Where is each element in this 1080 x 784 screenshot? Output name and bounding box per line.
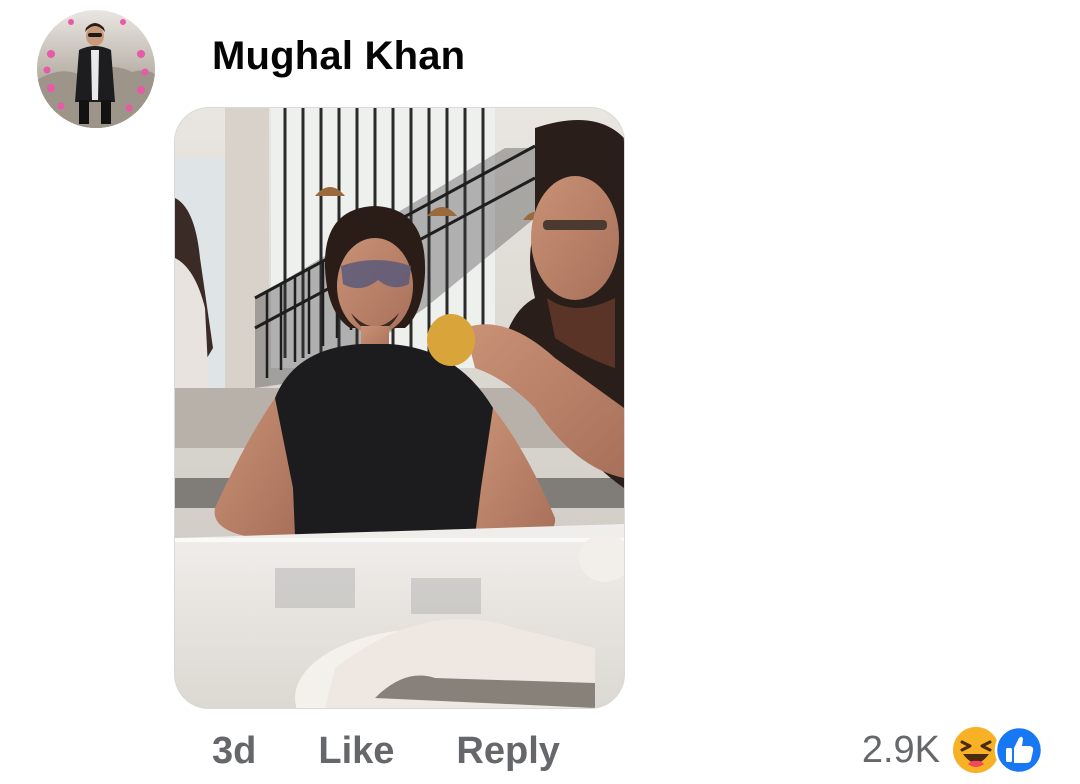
reply-button[interactable]: Reply [456,727,559,775]
photo-image [175,108,624,708]
reaction-count: 2.9K [861,729,940,771]
avatar[interactable] [37,10,155,128]
reaction-icons [950,724,1050,776]
reactions-summary[interactable]: 2.9K [862,723,1050,777]
author-name[interactable]: Mughal Khan [212,32,465,80]
like-button[interactable]: Like [318,727,394,775]
avatar-image [37,10,155,128]
like-reaction-icon [994,725,1044,775]
comment-timestamp[interactable]: 3d [212,727,256,775]
comment-actions: 3d Like Reply [212,727,560,775]
comment-photo[interactable] [175,108,624,708]
